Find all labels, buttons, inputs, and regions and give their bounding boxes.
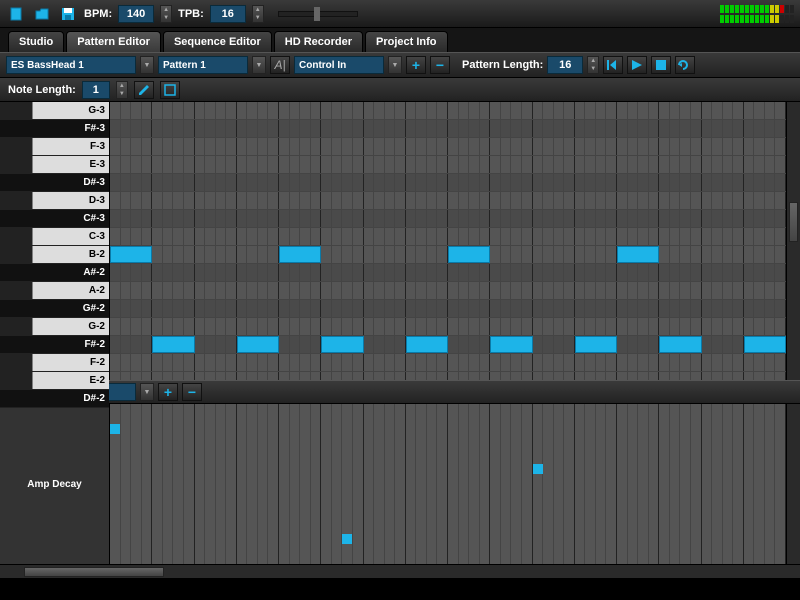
piano-key[interactable]: F#-2 — [0, 336, 109, 354]
piano-key[interactable]: C#-3 — [0, 210, 109, 228]
piano-key[interactable]: F-2 — [0, 354, 109, 372]
new-file-icon[interactable] — [6, 4, 26, 24]
select-tool-icon[interactable] — [160, 81, 180, 99]
loop-icon[interactable] — [675, 56, 695, 74]
tpb-spinner[interactable]: ▲▼ — [252, 5, 264, 23]
horizontal-scrollbar[interactable] — [0, 564, 800, 578]
note-block[interactable] — [744, 336, 786, 353]
piano-key[interactable]: D-3 — [0, 192, 109, 210]
piano-key[interactable]: D#-2 — [0, 390, 109, 408]
save-file-icon[interactable] — [58, 4, 78, 24]
piano-roll: G-3F#-3F-3E-3D#-3D-3C#-3C-3B-2A#-2A-2G#-… — [0, 102, 800, 380]
note-length-bar: Note Length: ▲▼ — [0, 78, 800, 102]
instrument-dropdown-arrow[interactable]: ▼ — [140, 56, 154, 74]
note-block[interactable] — [110, 246, 152, 263]
automation-grid[interactable] — [110, 404, 786, 564]
tab-project-info[interactable]: Project Info — [365, 31, 448, 52]
note-block[interactable] — [279, 246, 321, 263]
vertical-scrollbar[interactable] — [786, 102, 800, 380]
pattern-dropdown[interactable]: Pattern 1 — [158, 56, 248, 74]
tab-sequence-editor[interactable]: Sequence Editor — [163, 31, 272, 52]
pattern-length-input[interactable] — [547, 56, 583, 74]
note-block[interactable] — [321, 336, 363, 353]
note-block[interactable] — [490, 336, 532, 353]
piano-key[interactable]: A-2 — [0, 282, 109, 300]
note-block[interactable] — [152, 336, 194, 353]
automation-remove-button[interactable]: − — [182, 383, 202, 401]
pattern-dropdown-arrow[interactable]: ▼ — [252, 56, 266, 74]
automation-label: Amp Decay — [0, 404, 110, 564]
automation-point[interactable] — [110, 424, 120, 434]
piano-keys: G-3F#-3F-3E-3D#-3D-3C#-3C-3B-2A#-2A-2G#-… — [0, 102, 110, 380]
main-toolbar: BPM: ▲▼ TPB: ▲▼ — [0, 0, 800, 28]
automation-lane: Amp Decay — [0, 404, 800, 564]
tpb-label: TPB: — [178, 8, 204, 20]
tab-studio[interactable]: Studio — [8, 31, 64, 52]
control-dropdown-arrow[interactable]: ▼ — [388, 56, 402, 74]
tab-pattern-editor[interactable]: Pattern Editor — [66, 31, 161, 52]
note-block[interactable] — [237, 336, 279, 353]
note-block[interactable] — [406, 336, 448, 353]
note-length-spinner[interactable]: ▲▼ — [116, 81, 128, 99]
note-length-input[interactable] — [82, 81, 110, 99]
add-button[interactable]: + — [406, 56, 426, 74]
piano-key[interactable]: G-2 — [0, 318, 109, 336]
piano-key[interactable]: F-3 — [0, 138, 109, 156]
pattern-length-spinner[interactable]: ▲▼ — [587, 56, 599, 74]
automation-add-button[interactable]: + — [158, 383, 178, 401]
note-grid[interactable] — [110, 102, 786, 380]
piano-key[interactable]: G-3 — [0, 102, 109, 120]
stop-icon[interactable] — [651, 56, 671, 74]
piano-key[interactable]: D#-3 — [0, 174, 109, 192]
play-icon[interactable] — [627, 56, 647, 74]
automation-param-arrow[interactable]: ▼ — [140, 383, 154, 401]
rewind-icon[interactable] — [603, 56, 623, 74]
note-block[interactable] — [659, 336, 701, 353]
pattern-length-label: Pattern Length: — [462, 59, 543, 71]
note-block[interactable] — [448, 246, 490, 263]
piano-key[interactable]: F#-3 — [0, 120, 109, 138]
tpb-input[interactable] — [210, 5, 246, 23]
automation-point[interactable] — [342, 534, 352, 544]
piano-key[interactable]: B-2 — [0, 246, 109, 264]
bpm-label: BPM: — [84, 8, 112, 20]
open-file-icon[interactable] — [32, 4, 52, 24]
pattern-panel-bar: ES BassHead 1 ▼ Pattern 1 ▼ A| Control I… — [0, 52, 800, 78]
pencil-tool-icon[interactable] — [134, 81, 154, 99]
bpm-input[interactable] — [118, 5, 154, 23]
control-dropdown[interactable]: Control In — [294, 56, 384, 74]
remove-button[interactable]: − — [430, 56, 450, 74]
instrument-dropdown[interactable]: ES BassHead 1 — [6, 56, 136, 74]
piano-key[interactable]: G#-2 — [0, 300, 109, 318]
tab-bar: StudioPattern EditorSequence EditorHD Re… — [0, 28, 800, 52]
tab-hd-recorder[interactable]: HD Recorder — [274, 31, 363, 52]
automation-bar: Amp Decay ▼ + − — [0, 380, 800, 404]
volume-slider[interactable] — [278, 11, 358, 17]
piano-key[interactable]: E-3 — [0, 156, 109, 174]
piano-key[interactable]: C-3 — [0, 228, 109, 246]
automation-vertical-scrollbar[interactable] — [786, 404, 800, 564]
bpm-spinner[interactable]: ▲▼ — [160, 5, 172, 23]
piano-key[interactable]: E-2 — [0, 372, 109, 390]
automation-point[interactable] — [533, 464, 543, 474]
level-meter — [720, 5, 794, 23]
note-block[interactable] — [575, 336, 617, 353]
note-length-label: Note Length: — [8, 84, 76, 96]
rename-icon[interactable]: A| — [270, 56, 290, 74]
note-block[interactable] — [617, 246, 659, 263]
piano-key[interactable]: A#-2 — [0, 264, 109, 282]
